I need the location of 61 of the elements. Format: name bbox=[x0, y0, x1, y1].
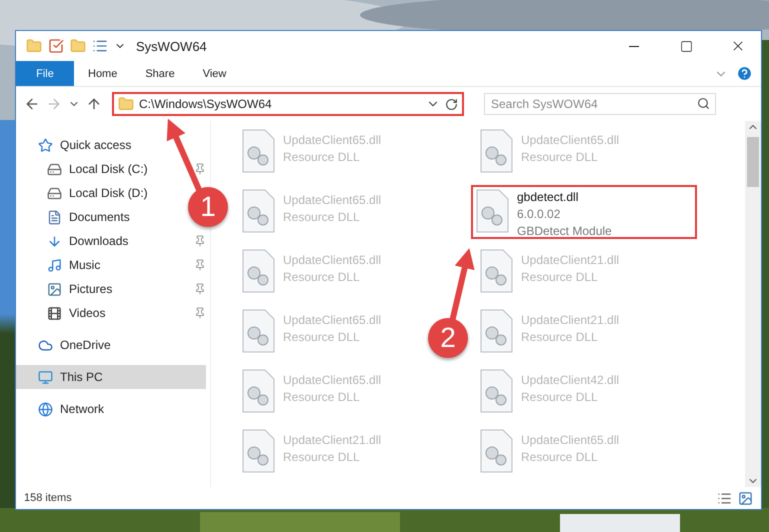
back-button[interactable] bbox=[24, 96, 40, 112]
picture-icon bbox=[47, 282, 62, 296]
sidebar-item[interactable]: OneDrive bbox=[16, 333, 119, 357]
sidebar-item[interactable]: Documents bbox=[16, 205, 138, 229]
address-bar[interactable]: C:\Windows\SysWOW64 bbox=[112, 92, 464, 116]
ribbon-tab[interactable]: Share bbox=[131, 61, 189, 86]
pin-icon[interactable] bbox=[194, 259, 206, 271]
gear-file-icon bbox=[241, 249, 275, 293]
gear-file-icon bbox=[475, 189, 509, 233]
pin-icon[interactable] bbox=[194, 283, 206, 295]
item-count: 158 items bbox=[24, 492, 73, 504]
gear-file-icon bbox=[479, 369, 513, 413]
pin-icon[interactable] bbox=[194, 163, 206, 175]
gear-file-icon bbox=[479, 429, 513, 473]
drive-icon bbox=[47, 186, 62, 200]
document-icon bbox=[47, 210, 62, 224]
gear-file-icon bbox=[479, 249, 513, 293]
details-view-icon[interactable] bbox=[717, 490, 732, 506]
ribbon-tab[interactable]: View bbox=[188, 61, 240, 86]
sidebar-item[interactable]: Pictures bbox=[16, 277, 120, 301]
sidebar-item[interactable]: Music bbox=[16, 253, 108, 277]
star-icon bbox=[38, 138, 53, 152]
pin-icon[interactable] bbox=[194, 235, 206, 247]
help-icon[interactable] bbox=[736, 65, 753, 82]
globe-icon bbox=[38, 402, 53, 416]
sidebar-item[interactable]: Network bbox=[16, 397, 112, 421]
up-button[interactable] bbox=[86, 96, 102, 112]
sidebar-item[interactable]: Local Disk (D:) bbox=[16, 181, 156, 205]
monitor-icon bbox=[38, 370, 53, 384]
cloud-icon bbox=[38, 338, 53, 352]
sidebar-item[interactable]: Downloads bbox=[16, 229, 136, 253]
pin-icon[interactable] bbox=[194, 307, 206, 319]
ribbon-tab[interactable]: Home bbox=[74, 61, 132, 86]
sidebar-item[interactable]: This PC bbox=[16, 365, 206, 389]
scrollbar[interactable] bbox=[745, 121, 761, 487]
gear-file-icon bbox=[241, 429, 275, 473]
maximize-icon bbox=[680, 40, 692, 52]
gear-file-icon bbox=[241, 129, 275, 173]
search-icon[interactable] bbox=[697, 97, 710, 110]
music-note-icon bbox=[47, 258, 62, 272]
download-icon bbox=[47, 234, 62, 248]
gear-file-icon bbox=[479, 129, 513, 173]
film-icon bbox=[47, 306, 62, 320]
gear-file-icon bbox=[241, 309, 275, 353]
thumbnail-view-icon[interactable] bbox=[738, 490, 753, 506]
sidebar-item[interactable]: Quick access bbox=[16, 133, 140, 157]
scroll-thumb[interactable] bbox=[747, 137, 759, 187]
folder-icon bbox=[118, 96, 134, 112]
checklist-icon[interactable] bbox=[48, 38, 64, 54]
file-tab[interactable]: File bbox=[16, 61, 74, 86]
search-field[interactable]: Search SysWOW64 bbox=[484, 93, 716, 115]
gear-file-icon bbox=[479, 309, 513, 353]
sidebar-item[interactable]: Videos bbox=[16, 301, 114, 325]
drive-icon bbox=[47, 162, 62, 176]
list-icon[interactable] bbox=[92, 38, 108, 54]
gear-file-icon bbox=[241, 369, 275, 413]
sidebar-item[interactable]: Local Disk (C:) bbox=[16, 157, 156, 181]
refresh-icon[interactable] bbox=[445, 98, 458, 110]
file-item[interactable]: gbdetect.dll 6.0.0.02 GBDetect Module bbox=[471, 185, 697, 239]
gear-file-icon bbox=[241, 189, 275, 233]
window-title: SysWOW64 bbox=[136, 38, 208, 54]
